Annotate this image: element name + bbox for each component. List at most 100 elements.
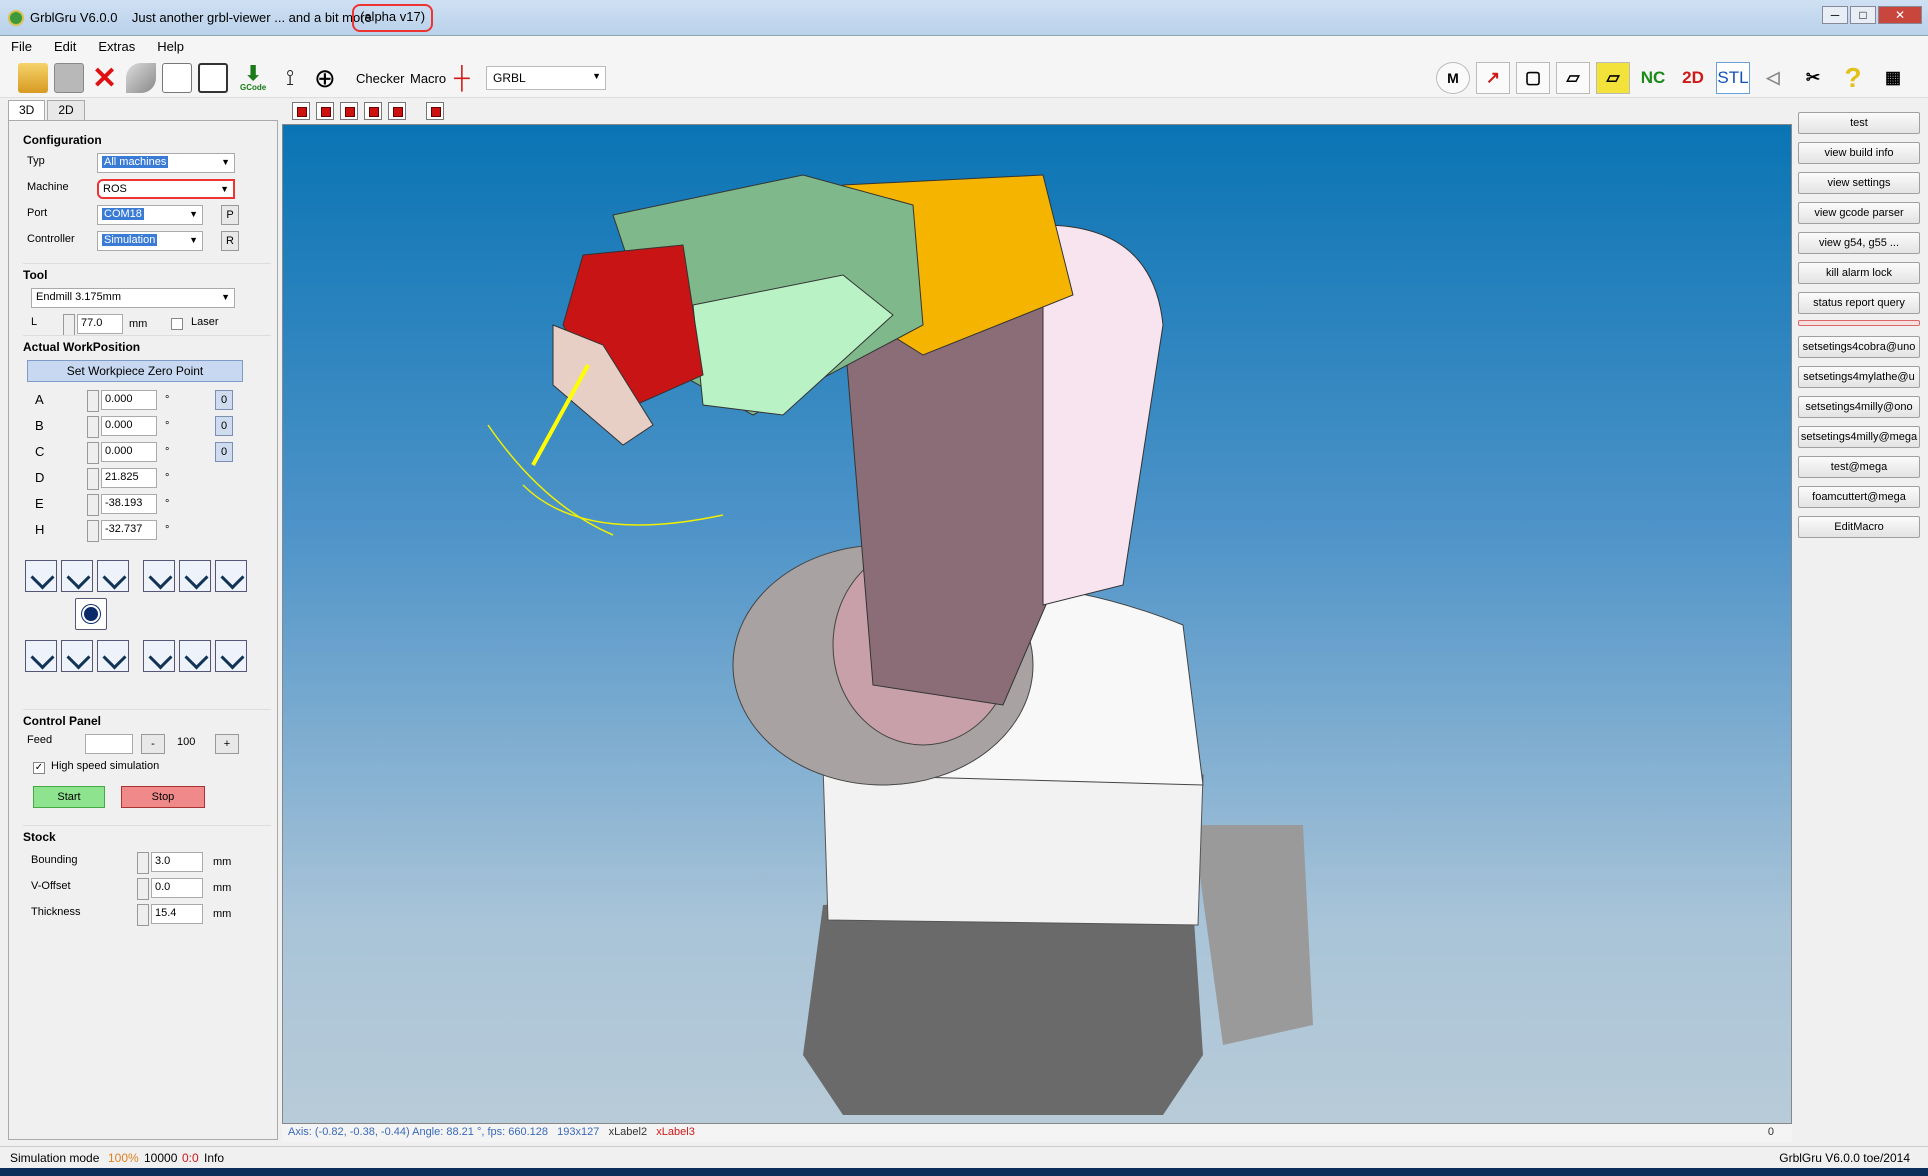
test-mega-button[interactable]: test@mega bbox=[1798, 456, 1920, 478]
voffset-input[interactable]: 0.0 bbox=[151, 878, 203, 898]
typ-select[interactable]: All machines ▼ bbox=[97, 153, 235, 173]
checker-button[interactable]: Checker bbox=[356, 62, 404, 94]
speaker-icon[interactable]: ◁ bbox=[1756, 62, 1790, 94]
axis-b-zero-button[interactable]: 0 bbox=[215, 416, 233, 436]
setsetings4milly-ono-button[interactable]: setsetings4milly@ono bbox=[1798, 396, 1920, 418]
high-speed-checkbox[interactable]: ✓ bbox=[33, 762, 45, 774]
jog-button[interactable] bbox=[97, 560, 129, 592]
menu-edit[interactable]: Edit bbox=[43, 36, 87, 58]
tool-length-spinner[interactable] bbox=[63, 314, 75, 336]
axis-d-spinner[interactable] bbox=[87, 468, 99, 490]
controller-r-button[interactable]: R bbox=[221, 231, 239, 251]
thickness-input[interactable]: 15.4 bbox=[151, 904, 203, 924]
feed-input[interactable] bbox=[85, 734, 133, 754]
jog-button[interactable] bbox=[179, 560, 211, 592]
jog-button[interactable] bbox=[97, 640, 129, 672]
notepad-icon[interactable] bbox=[162, 62, 192, 94]
jog-button[interactable] bbox=[25, 640, 57, 672]
view-top-icon[interactable] bbox=[364, 102, 382, 120]
jpg-export-icon[interactable] bbox=[426, 102, 444, 120]
bounding-spinner[interactable] bbox=[137, 852, 149, 874]
window-icon[interactable] bbox=[198, 62, 228, 94]
view-g54-button[interactable]: view g54, g55 ... bbox=[1798, 232, 1920, 254]
jog-button[interactable] bbox=[179, 640, 211, 672]
controller-select[interactable]: GRBL ▼ bbox=[486, 66, 606, 90]
axis-a-spinner[interactable] bbox=[87, 390, 99, 412]
menu-file[interactable]: File bbox=[0, 36, 43, 58]
view-cube-icon[interactable] bbox=[292, 102, 310, 120]
axis-h-input[interactable]: -32.737 bbox=[101, 520, 157, 540]
cube-icon[interactable]: ▢ bbox=[1516, 62, 1550, 94]
red-crosshair-icon[interactable]: ┼ bbox=[454, 62, 470, 94]
jog-button[interactable] bbox=[143, 640, 175, 672]
jog-button[interactable] bbox=[25, 560, 57, 592]
port-select[interactable]: COM18 ▼ bbox=[97, 205, 203, 225]
axis-c-zero-button[interactable]: 0 bbox=[215, 442, 233, 462]
open-folder-icon[interactable] bbox=[18, 62, 48, 94]
foamcutter-mega-button[interactable]: foamcuttert@mega bbox=[1798, 486, 1920, 508]
axis-b-spinner[interactable] bbox=[87, 416, 99, 438]
axis-a-zero-button[interactable]: 0 bbox=[215, 390, 233, 410]
view-settings-button[interactable]: view settings bbox=[1798, 172, 1920, 194]
voffset-spinner[interactable] bbox=[137, 878, 149, 900]
setsetings4cobra-button[interactable]: setsetings4cobra@uno bbox=[1798, 336, 1920, 358]
jog-center-icon[interactable] bbox=[75, 598, 107, 630]
axis-h-spinner[interactable] bbox=[87, 520, 99, 542]
m-circle-icon[interactable]: M bbox=[1436, 62, 1470, 94]
view-front-icon[interactable] bbox=[316, 102, 334, 120]
jog-button[interactable] bbox=[215, 640, 247, 672]
plane-icon[interactable]: ▱ bbox=[1556, 62, 1590, 94]
stl-button[interactable]: STL bbox=[1716, 62, 1750, 94]
tool-length-icon[interactable]: ⟟ bbox=[286, 62, 294, 94]
menu-help[interactable]: Help bbox=[146, 36, 195, 58]
axis-arrows-icon[interactable]: ↗ bbox=[1476, 62, 1510, 94]
close-button[interactable]: ✕ bbox=[1878, 6, 1922, 24]
save-disk-icon[interactable] bbox=[54, 62, 84, 94]
controller-sim-select[interactable]: Simulation ▼ bbox=[97, 231, 203, 251]
jog-button[interactable] bbox=[61, 640, 93, 672]
scissors-icon[interactable]: ✂ bbox=[1796, 62, 1830, 94]
delete-x-icon[interactable]: ✕ bbox=[92, 62, 117, 95]
tool-length-input[interactable]: 77.0 bbox=[77, 314, 123, 334]
kill-alarm-lock-button[interactable]: kill alarm lock bbox=[1798, 262, 1920, 284]
start-button[interactable]: Start bbox=[33, 786, 105, 808]
port-p-button[interactable]: P bbox=[221, 205, 239, 225]
feed-plus-button[interactable]: + bbox=[215, 734, 239, 754]
thickness-spinner[interactable] bbox=[137, 904, 149, 926]
menu-extras[interactable]: Extras bbox=[87, 36, 146, 58]
separator-button[interactable] bbox=[1798, 320, 1920, 326]
maximize-button[interactable]: □ bbox=[1850, 6, 1876, 24]
laser-checkbox[interactable] bbox=[171, 318, 183, 330]
stop-button[interactable]: Stop bbox=[121, 786, 205, 808]
jog-button[interactable] bbox=[143, 560, 175, 592]
gcode-download-button[interactable]: ⬇ GCode bbox=[240, 62, 266, 94]
view-gcode-parser-button[interactable]: view gcode parser bbox=[1798, 202, 1920, 224]
help-icon[interactable]: ? bbox=[1836, 62, 1870, 94]
yellow-plane-icon[interactable]: ▱ bbox=[1596, 62, 1630, 94]
layout-grid-icon[interactable]: ▦ bbox=[1876, 62, 1910, 94]
jog-button[interactable] bbox=[61, 560, 93, 592]
status-report-query-button[interactable]: status report query bbox=[1798, 292, 1920, 314]
set-workpiece-zero-button[interactable]: Set Workpiece Zero Point bbox=[27, 360, 243, 382]
machine-select[interactable]: ROS ▼ bbox=[97, 179, 235, 199]
edit-macro-button[interactable]: EditMacro bbox=[1798, 516, 1920, 538]
setsetings4mylathe-button[interactable]: setsetings4mylathe@u bbox=[1798, 366, 1920, 388]
axis-c-input[interactable]: 0.000 bbox=[101, 442, 157, 462]
view-build-info-button[interactable]: view build info bbox=[1798, 142, 1920, 164]
tool-select[interactable]: Endmill 3.175mm ▼ bbox=[31, 288, 235, 308]
jog-button[interactable] bbox=[215, 560, 247, 592]
axis-d-input[interactable]: 21.825 bbox=[101, 468, 157, 488]
axis-b-input[interactable]: 0.000 bbox=[101, 416, 157, 436]
2d-button[interactable]: 2D bbox=[1676, 62, 1710, 94]
axis-e-input[interactable]: -38.193 bbox=[101, 494, 157, 514]
feed-minus-button[interactable]: - bbox=[141, 734, 165, 754]
tab-2d[interactable]: 2D bbox=[47, 100, 85, 120]
view-side-icon[interactable] bbox=[340, 102, 358, 120]
3d-viewport[interactable] bbox=[282, 124, 1792, 1124]
tab-3d[interactable]: 3D bbox=[8, 100, 46, 120]
view-iso-icon[interactable] bbox=[388, 102, 406, 120]
bounding-input[interactable]: 3.0 bbox=[151, 852, 203, 872]
crosshair-m-icon[interactable]: ⊕ bbox=[314, 62, 336, 94]
axis-a-input[interactable]: 0.000 bbox=[101, 390, 157, 410]
test-button[interactable]: test bbox=[1798, 112, 1920, 134]
